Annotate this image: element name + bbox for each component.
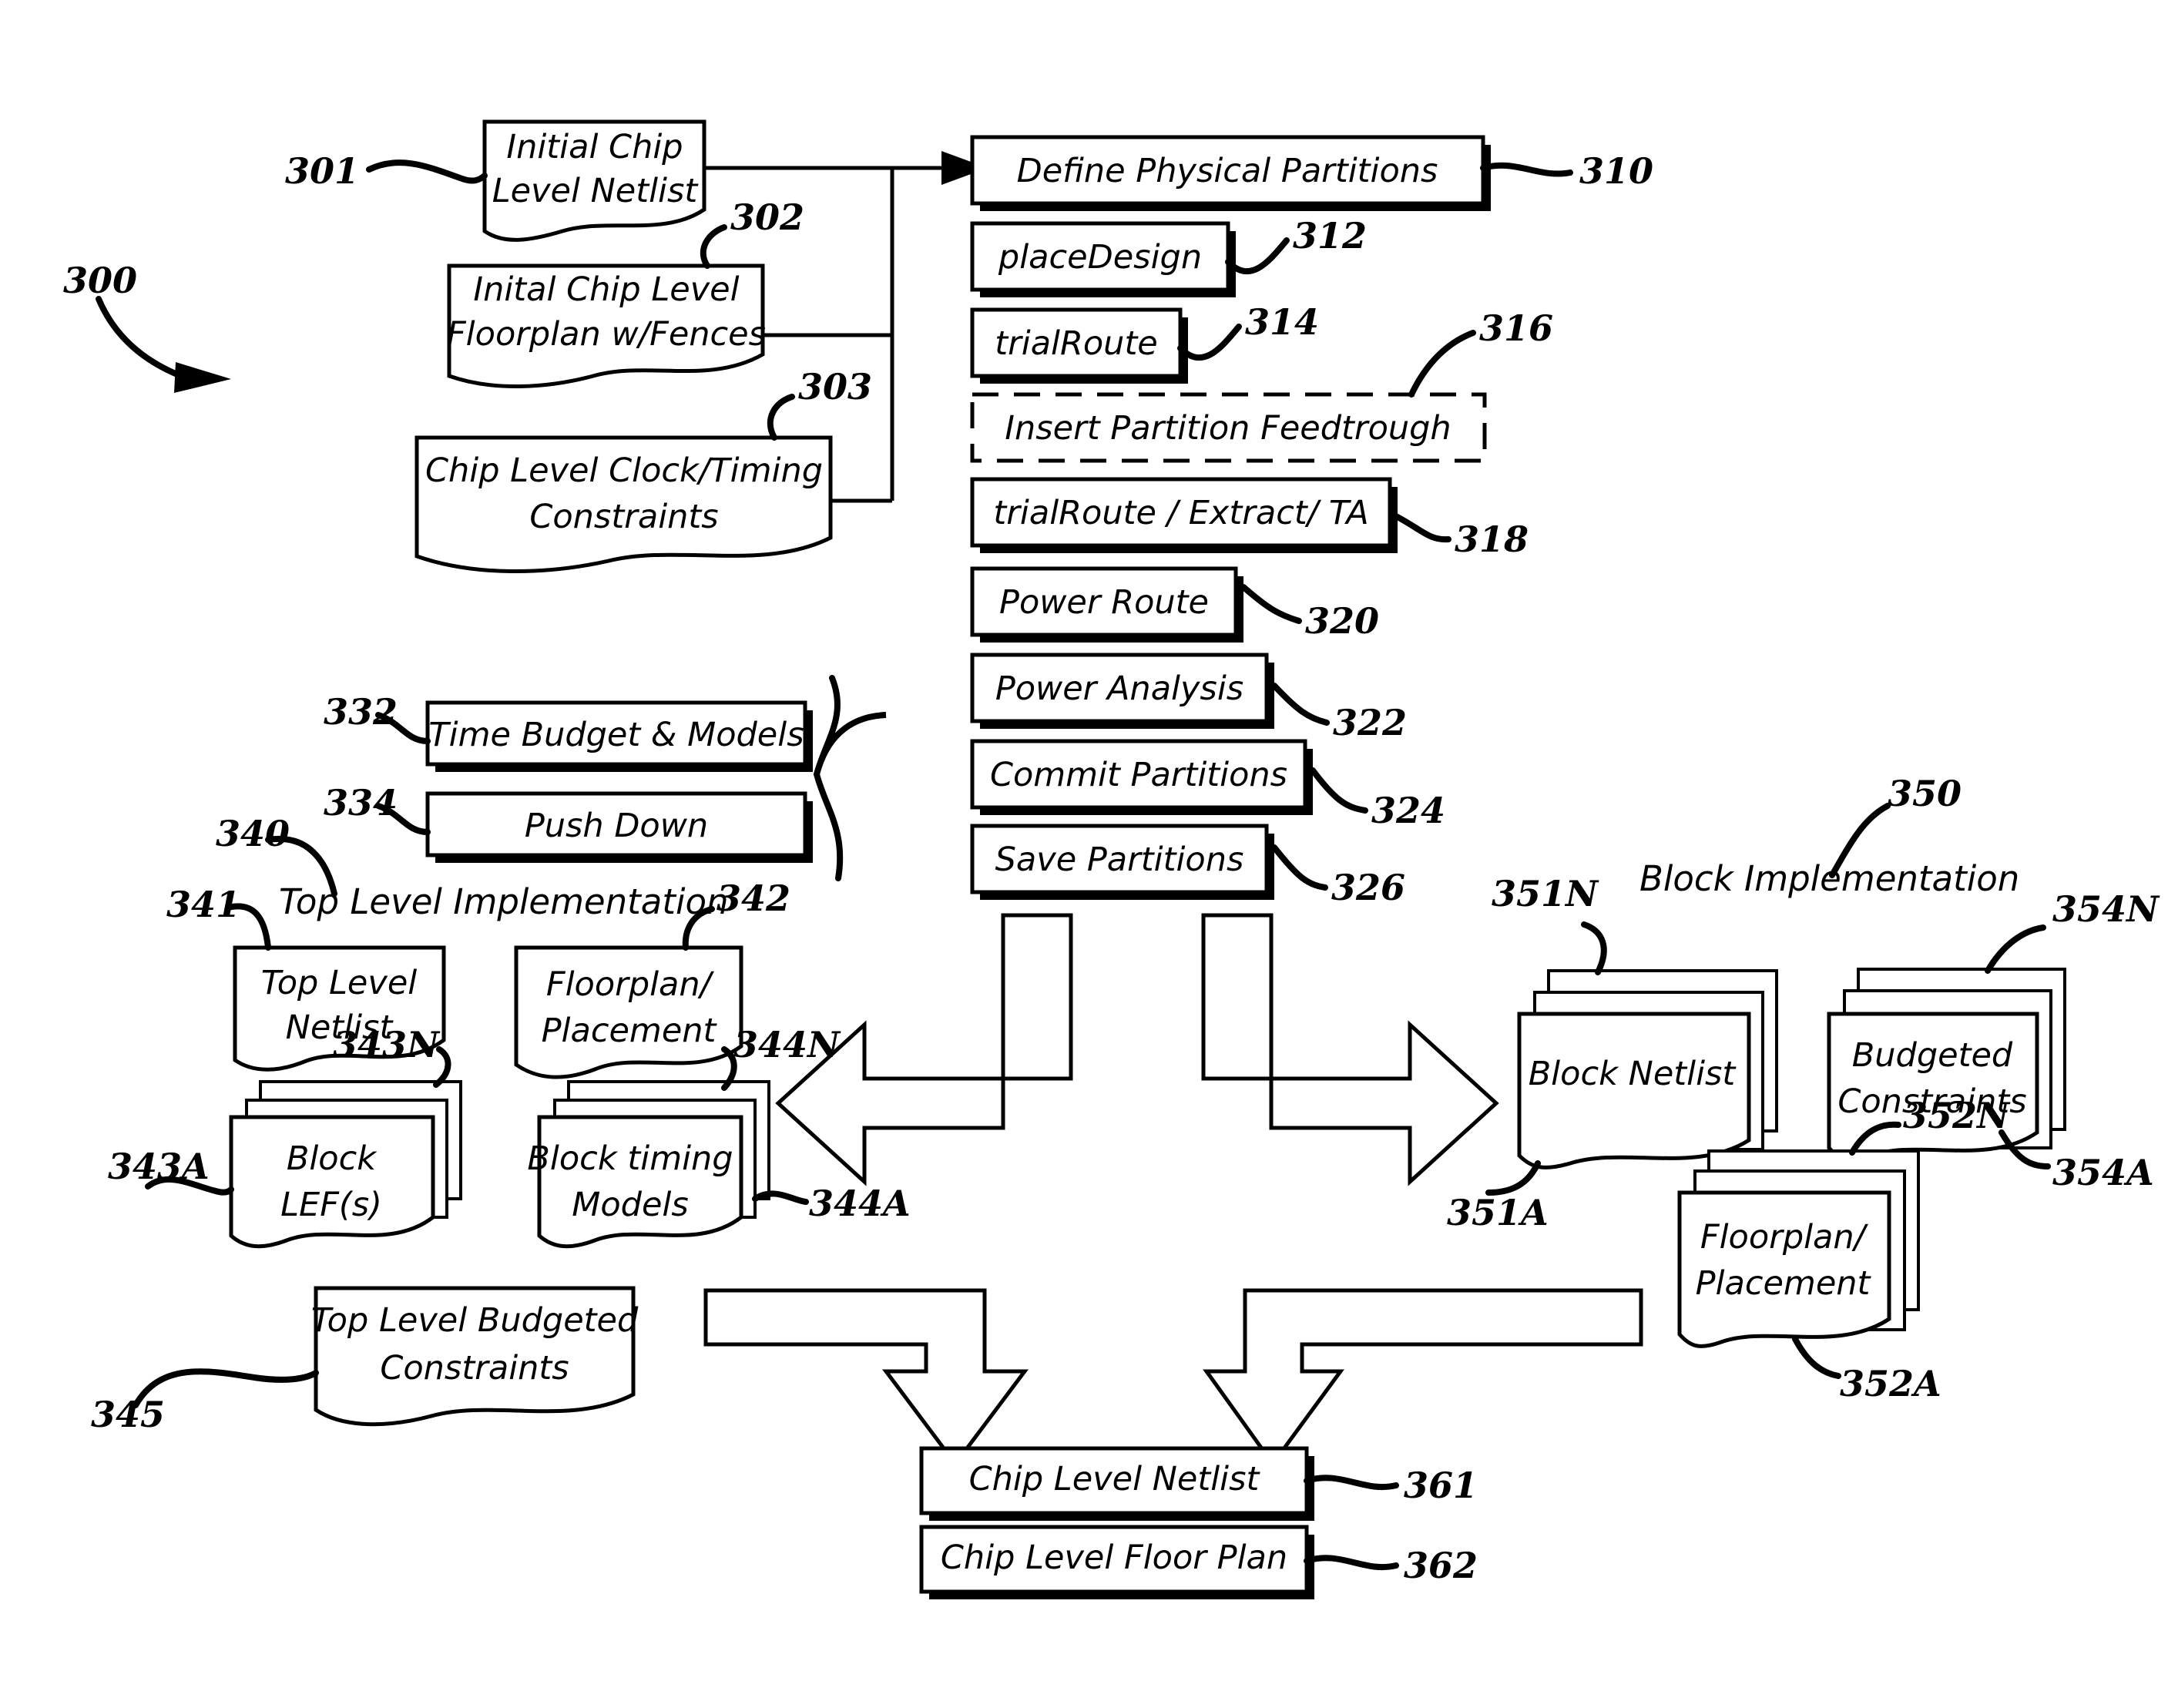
process-box-318-label: trialRoute / Extract/ TA bbox=[993, 494, 1368, 532]
ref-352A: 352A bbox=[1840, 1363, 1941, 1404]
process-box-320-label: Power Route bbox=[999, 583, 1209, 622]
process-box-332-label: Time Budget & Models bbox=[428, 716, 804, 754]
ref-322: 322 bbox=[1333, 702, 1407, 743]
input-doc-301-line2: Level Netlist bbox=[492, 172, 700, 210]
ref-344N: 344N bbox=[733, 1024, 841, 1065]
ref-314: 314 bbox=[1245, 301, 1319, 343]
figure-ref-300: 300 bbox=[63, 260, 137, 301]
group-title-block-level: Block Implementation bbox=[1639, 858, 2019, 899]
ref-351N: 351N bbox=[1492, 873, 1599, 914]
process-box-310-leader bbox=[1480, 162, 1573, 177]
process-box-324-label: Commit Partitions bbox=[990, 756, 1287, 794]
artifact-doc-342-line2: Placement bbox=[542, 1012, 718, 1050]
process-box-324-leader bbox=[1310, 767, 1368, 814]
process-box-326-label: Save Partitions bbox=[995, 841, 1244, 879]
input-doc-301-leader bbox=[366, 159, 488, 184]
ref-345: 345 bbox=[91, 1394, 165, 1435]
input-doc-302-line2: Floorplan w/Fences bbox=[447, 315, 766, 354]
input-doc-303-leader bbox=[767, 394, 795, 441]
process-box-322-label: Power Analysis bbox=[995, 669, 1243, 708]
output-box-362-label: Chip Level Floor Plan bbox=[941, 1539, 1287, 1577]
ref-343N: 343N bbox=[333, 1024, 441, 1065]
ref-324: 324 bbox=[1371, 790, 1445, 831]
ref-343A: 343A bbox=[108, 1146, 210, 1187]
input-doc-302-leader bbox=[700, 224, 727, 269]
ref-332: 332 bbox=[324, 691, 398, 733]
ref-320: 320 bbox=[1305, 600, 1379, 642]
process-box-318-leader bbox=[1393, 513, 1451, 543]
budget-brace bbox=[813, 675, 887, 881]
process-box-326-leader bbox=[1271, 844, 1328, 891]
ref-344A: 344A bbox=[809, 1183, 911, 1224]
ref-362: 362 bbox=[1404, 1545, 1478, 1586]
process-box-314-label: trialRoute bbox=[995, 324, 1158, 363]
process-box-312-leader bbox=[1225, 237, 1290, 275]
input-doc-303-line1: Chip Level Clock/Timing bbox=[425, 451, 823, 490]
output-box-361-leader bbox=[1304, 1475, 1399, 1491]
process-box-310-label: Define Physical Partitions bbox=[1017, 152, 1438, 190]
artifact-stack-352A-leader bbox=[1792, 1336, 1841, 1379]
elbow-arrow-right bbox=[1201, 913, 1499, 1186]
ref-326: 326 bbox=[1331, 867, 1405, 908]
artifact-stack-343-line2: LEF(s) bbox=[280, 1186, 382, 1224]
output-box-361-label: Chip Level Netlist bbox=[969, 1460, 1261, 1498]
artifact-doc-345-line2: Constraints bbox=[380, 1349, 569, 1388]
input-doc-302-line1: Inital Chip Level bbox=[473, 270, 739, 309]
process-box-320-leader bbox=[1240, 584, 1302, 624]
artifact-stack-344A-leader bbox=[752, 1190, 809, 1205]
ref-318: 318 bbox=[1455, 518, 1529, 560]
input-doc-301-line1: Initial Chip bbox=[506, 128, 683, 166]
artifact-stack-352-line1: Floorplan/ bbox=[1700, 1218, 1869, 1257]
ref-340: 340 bbox=[216, 813, 290, 854]
process-box-316-leader bbox=[1408, 330, 1476, 398]
ref-316: 316 bbox=[1479, 307, 1553, 349]
process-box-334-label: Push Down bbox=[525, 807, 708, 845]
diagram-artwork: 300 301 Initial Chip Level Netlist 302 I… bbox=[63, 119, 2160, 1599]
artifact-doc-345-line1: Top Level Budgeted bbox=[311, 1301, 639, 1340]
ref-351A: 351A bbox=[1447, 1192, 1549, 1233]
ref-361: 361 bbox=[1404, 1465, 1478, 1506]
figure-ref-300-leader bbox=[96, 296, 231, 393]
input-doc-303-line2: Constraints bbox=[529, 498, 718, 536]
process-box-316-label: Insert Partition Feedtrough bbox=[1005, 409, 1451, 448]
ref-341: 341 bbox=[166, 884, 240, 925]
artifact-stack-343-line1: Block bbox=[287, 1139, 378, 1178]
ref-312: 312 bbox=[1293, 215, 1367, 257]
ref-334: 334 bbox=[324, 782, 398, 824]
artifact-doc-342-line1: Floorplan/ bbox=[546, 965, 715, 1004]
group-title-top-level: Top Level Implementation bbox=[279, 881, 729, 922]
patent-figure-canvas: 300 301 Initial Chip Level Netlist 302 I… bbox=[0, 0, 2168, 1708]
artifact-stack-351A-leader bbox=[1485, 1160, 1541, 1196]
ref-301: 301 bbox=[285, 150, 359, 192]
merge-arrow-right bbox=[1203, 1288, 1643, 1468]
artifact-stack-351-line1: Block Netlist bbox=[1529, 1055, 1737, 1093]
artifact-stack-354N-leader bbox=[1985, 924, 2046, 974]
merge-arrow-left bbox=[703, 1288, 1029, 1468]
ref-354N: 354N bbox=[2052, 888, 2160, 930]
process-box-312-label: placeDesign bbox=[998, 238, 1202, 277]
ref-342: 342 bbox=[717, 877, 790, 919]
ref-352N: 352N bbox=[1903, 1095, 2011, 1136]
process-box-322-leader bbox=[1271, 683, 1330, 726]
ref-350: 350 bbox=[1888, 773, 1962, 814]
artifact-stack-344-line1: Block timing bbox=[527, 1139, 733, 1178]
artifact-stack-354-line1: Budgeted bbox=[1852, 1036, 2013, 1075]
artifact-stack-344-line2: Models bbox=[572, 1186, 689, 1224]
ref-303: 303 bbox=[798, 366, 872, 408]
artifact-stack-351N-leader bbox=[1581, 921, 1607, 975]
ref-302: 302 bbox=[730, 196, 804, 238]
artifact-doc-341-line1: Top Level bbox=[261, 964, 418, 1002]
output-box-362-leader bbox=[1304, 1555, 1399, 1571]
ref-354A: 354A bbox=[2052, 1152, 2154, 1193]
artifact-stack-352-line2: Placement bbox=[1696, 1264, 1872, 1303]
process-box-314-leader bbox=[1177, 324, 1242, 361]
ref-310: 310 bbox=[1579, 150, 1653, 192]
